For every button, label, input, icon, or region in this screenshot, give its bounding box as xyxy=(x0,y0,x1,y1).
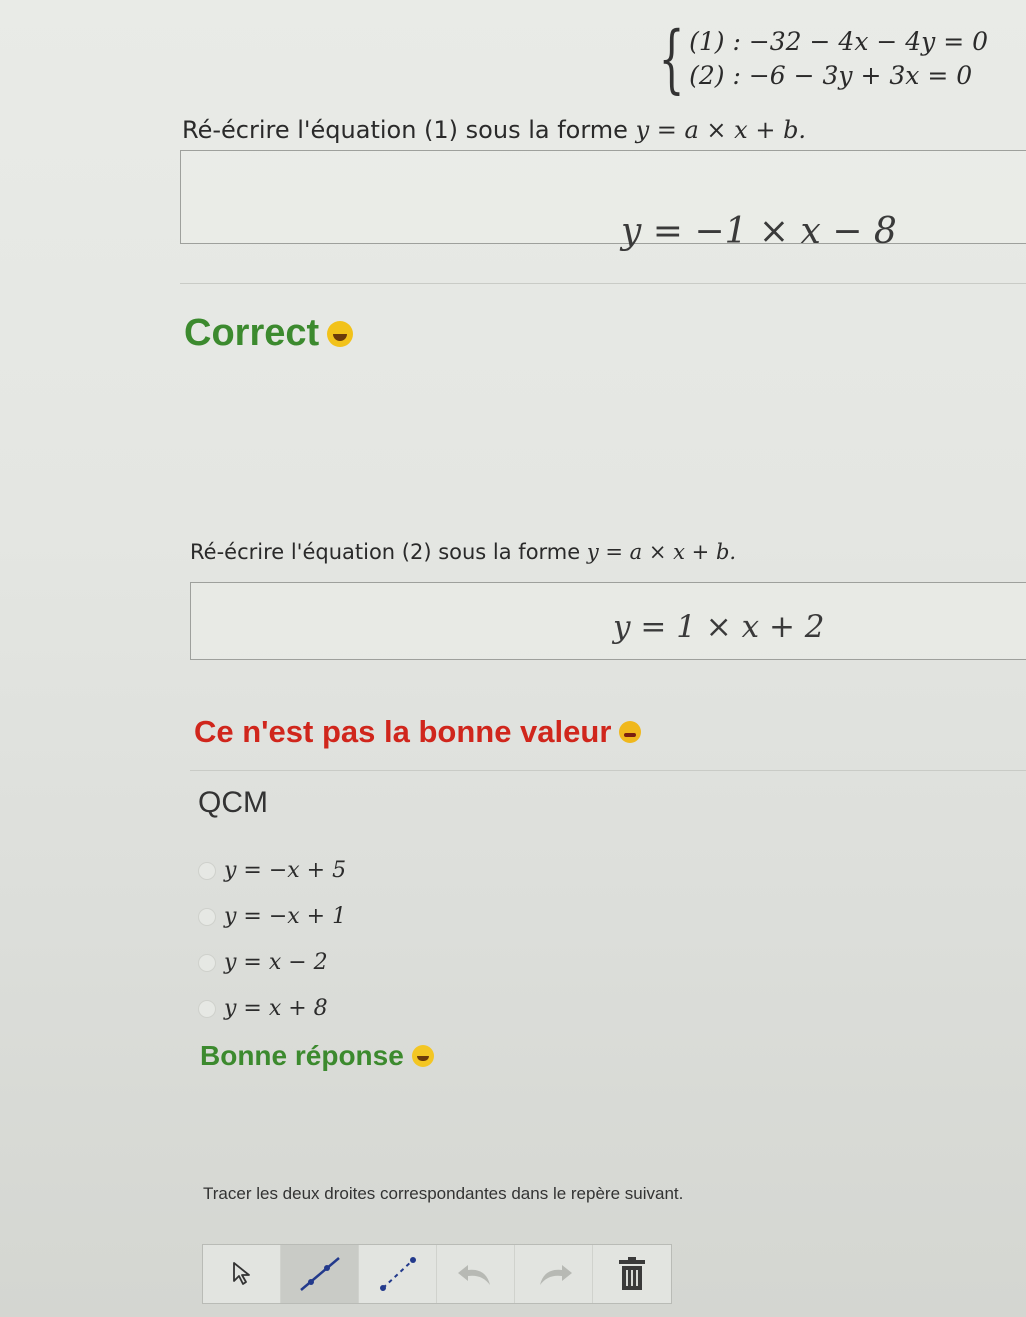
question-1-feedback: Correct xyxy=(184,312,354,355)
brace-symbol: { xyxy=(658,16,685,102)
line-tool-button[interactable] xyxy=(281,1245,359,1303)
question-2-feedback-text: Ce n'est pas la bonne valeur xyxy=(194,714,612,749)
pointer-tool-button[interactable] xyxy=(203,1245,281,1303)
graph-prompt: Tracer les deux droites correspondantes … xyxy=(203,1184,684,1203)
equation-1: (1) : −32 − 4x − 4y = 0 xyxy=(689,27,989,56)
radio-button[interactable] xyxy=(198,953,216,972)
radio-button[interactable] xyxy=(198,907,216,926)
qcm-option-1[interactable]: y = −x + 5 xyxy=(198,858,346,883)
question-1-form: y = a × x + b. xyxy=(635,116,807,144)
pointer-icon xyxy=(230,1261,254,1287)
line-tool-icon xyxy=(297,1254,343,1294)
qcm-feedback: Bonne réponse xyxy=(200,1040,434,1072)
radio-button[interactable] xyxy=(198,861,216,880)
question-1-prompt: Ré-écrire l'équation (1) sous la forme y… xyxy=(182,116,806,144)
trash-icon xyxy=(615,1256,649,1292)
question-2-prompt-text: Ré-écrire l'équation (2) sous la forme xyxy=(190,540,581,564)
graph-toolbar xyxy=(202,1244,672,1304)
question-2-feedback: Ce n'est pas la bonne valeur xyxy=(194,714,642,750)
qcm-feedback-text: Bonne réponse xyxy=(200,1040,404,1071)
qcm-option-4[interactable]: y = x + 8 xyxy=(198,996,328,1021)
question-1-feedback-text: Correct xyxy=(184,312,320,354)
qcm-title: QCM xyxy=(198,786,268,819)
question-1-answer-field[interactable]: y = −1 × x − 8 xyxy=(180,150,1026,252)
question-2-form: y = a × x + b. xyxy=(586,540,737,564)
qcm-option-label: y = −x + 5 xyxy=(224,858,347,883)
qcm-option-label: y = −x + 1 xyxy=(224,904,347,929)
question-2-answer-value: y = 1 × x + 2 xyxy=(613,609,825,645)
undo-icon xyxy=(456,1259,496,1289)
delete-button[interactable] xyxy=(593,1245,671,1303)
winking-face-icon xyxy=(411,1045,434,1067)
smiling-face-icon xyxy=(327,320,354,347)
qcm-option-3[interactable]: y = x − 2 xyxy=(198,950,328,975)
question-1-answer-value: y = −1 × x − 8 xyxy=(621,211,897,252)
undo-button[interactable] xyxy=(437,1245,515,1303)
qcm-option-label: y = x + 8 xyxy=(224,996,328,1021)
question-2-answer-field[interactable]: y = 1 × x + 2 xyxy=(190,582,1026,660)
divider xyxy=(180,283,1026,284)
question-2-prompt: Ré-écrire l'équation (2) sous la forme y… xyxy=(190,540,736,564)
equation-system: { (1) : −32 − 4x − 4y = 0 (2) : −6 − 3y … xyxy=(648,22,988,96)
radio-button[interactable] xyxy=(198,999,216,1018)
redo-icon xyxy=(534,1259,574,1289)
qcm-option-label: y = x − 2 xyxy=(224,950,328,975)
question-1-prompt-text: Ré-écrire l'équation (1) sous la forme xyxy=(182,116,628,144)
segment-tool-button[interactable] xyxy=(359,1245,437,1303)
segment-tool-icon xyxy=(375,1254,421,1294)
redo-button[interactable] xyxy=(515,1245,593,1303)
qcm-option-2[interactable]: y = −x + 1 xyxy=(198,904,346,929)
sad-face-icon xyxy=(619,721,642,743)
divider xyxy=(190,770,1026,771)
equation-2: (2) : −6 − 3y + 3x = 0 xyxy=(689,61,973,90)
